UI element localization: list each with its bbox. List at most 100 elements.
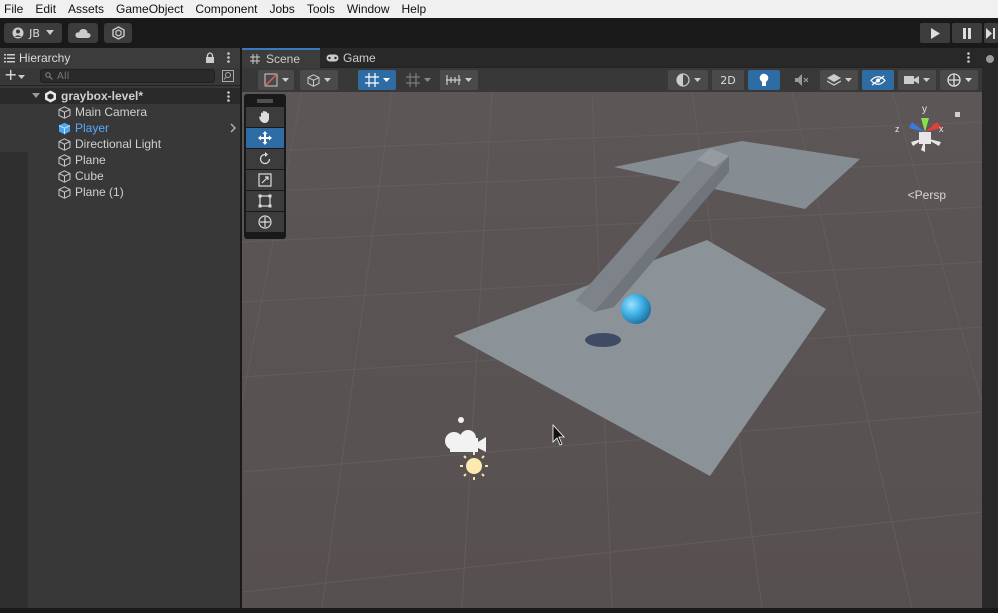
toggle-2d-button[interactable]: 2D (712, 70, 744, 90)
scene-render: y x z (242, 92, 982, 608)
hidden-objects-toggle[interactable] (862, 70, 894, 90)
effects-dropdown[interactable] (820, 70, 858, 90)
sphere-shading-icon (675, 73, 690, 87)
rotate-tool-icon (259, 152, 271, 165)
chevron-down-icon (324, 77, 331, 82)
chevron-down-icon (923, 77, 930, 82)
player-shadow (585, 333, 621, 347)
chevron-down-icon (844, 77, 852, 82)
scene-more-icon[interactable] (967, 52, 970, 63)
persp-label: Persp (914, 188, 946, 202)
hierarchy-item-main-camera[interactable]: Main Camera (0, 104, 240, 120)
add-button[interactable]: + (4, 67, 17, 83)
tab-scene-label: Scene (266, 52, 301, 66)
account-dropdown[interactable]: JB (4, 23, 62, 43)
hierarchy-item-plane[interactable]: Plane (0, 152, 240, 168)
rect-tool-button[interactable] (246, 191, 284, 211)
menu-help[interactable]: Help (396, 0, 433, 18)
lock-icon[interactable] (205, 52, 215, 63)
scene-viewport[interactable]: y x z <Persp (242, 92, 982, 608)
grid-icon (250, 54, 260, 64)
gameobject-icon (58, 137, 71, 151)
hierarchy-item-player[interactable]: Player (0, 120, 240, 136)
transform-tool-button[interactable] (246, 212, 284, 232)
tool-palette-handle[interactable] (246, 96, 284, 106)
hierarchy-item-cube[interactable]: Cube (0, 168, 240, 184)
search-placeholder: All (57, 70, 70, 82)
add-chevron-icon[interactable] (18, 75, 25, 80)
search-input[interactable]: All (40, 69, 215, 83)
chevron-down-icon (693, 77, 701, 82)
step-button[interactable] (984, 23, 998, 43)
pause-button[interactable] (952, 23, 982, 43)
gameobject-icon (58, 169, 71, 183)
audio-toggle[interactable] (786, 70, 818, 90)
camera-icon (904, 76, 919, 84)
chevron-down-icon (423, 77, 431, 82)
item-label: Directional Light (75, 137, 162, 151)
layers-icon (826, 73, 841, 86)
gizmo-z-label: z (895, 124, 900, 134)
menu-tools[interactable]: Tools (301, 0, 341, 18)
menu-gameobject[interactable]: GameObject (110, 0, 189, 18)
main-toolbar: JB (0, 18, 998, 48)
player-sphere[interactable] (621, 294, 651, 324)
search-scene-icon[interactable] (222, 70, 234, 82)
scale-tool-button[interactable] (246, 170, 284, 190)
gizmos-dropdown[interactable] (940, 70, 978, 90)
right-gutter (982, 48, 998, 608)
scene-tabbar: Scene Game (242, 48, 982, 68)
tool-palette (244, 94, 286, 239)
ruler-icon (446, 75, 461, 85)
render-mode-dropdown[interactable] (300, 70, 338, 90)
projection-toggle[interactable]: <Persp (908, 188, 946, 202)
shaded-icon (264, 73, 277, 87)
collab-button[interactable] (104, 23, 132, 43)
camera-dropdown[interactable] (898, 70, 936, 90)
tab-scene[interactable]: Scene (242, 48, 320, 68)
hand-tool-button[interactable] (246, 107, 284, 127)
scene-row[interactable]: graybox-level* (0, 88, 240, 104)
play-controls (920, 23, 998, 43)
increment-snap-dropdown[interactable] (400, 70, 436, 90)
move-tool-button[interactable] (246, 128, 284, 148)
tab-hierarchy[interactable]: Hierarchy (0, 48, 240, 68)
hierarchy-toolbar: + All (0, 67, 240, 86)
item-label: Plane (75, 153, 106, 167)
account-icon (12, 27, 24, 39)
transform-tool-icon (258, 215, 272, 229)
rect-tool-icon (258, 194, 272, 208)
expand-arrow-icon[interactable] (32, 93, 40, 99)
account-label: JB (29, 26, 40, 40)
grid-snap-toggle[interactable] (358, 70, 396, 90)
chevron-down-icon (382, 77, 390, 82)
rotate-tool-button[interactable] (246, 149, 284, 169)
draw-mode-dropdown[interactable] (258, 70, 294, 90)
hierarchy-item-plane-1[interactable]: Plane (1) (0, 184, 240, 200)
menu-component[interactable]: Component (189, 0, 263, 18)
cloud-button[interactable] (68, 23, 98, 43)
drag-handle-icon (257, 99, 273, 103)
cloud-icon (75, 28, 91, 38)
light-bulb-icon (759, 73, 769, 86)
ruler-dropdown[interactable] (440, 70, 478, 90)
tab-game[interactable]: Game (326, 48, 386, 68)
menu-edit[interactable]: Edit (29, 0, 62, 18)
lighting-toggle[interactable] (748, 70, 780, 90)
gizmos-icon (946, 73, 961, 87)
scene-name: graybox-level* (61, 89, 144, 103)
hierarchy-item-directional-light[interactable]: Directional Light (0, 136, 240, 152)
menu-assets[interactable]: Assets (62, 0, 110, 18)
play-button[interactable] (920, 23, 950, 43)
hierarchy-gutter (0, 152, 28, 608)
inspector-icon[interactable] (985, 54, 995, 64)
chevron-right-icon[interactable] (230, 123, 236, 133)
menu-jobs[interactable]: Jobs (263, 0, 300, 18)
more-icon[interactable] (227, 52, 230, 63)
menu-file[interactable]: File (0, 0, 29, 18)
scene-more-icon[interactable] (227, 91, 230, 102)
menu-window[interactable]: Window (341, 0, 396, 18)
shading-dropdown[interactable] (668, 70, 708, 90)
prefab-icon (58, 122, 71, 134)
gameobject-icon (58, 185, 71, 199)
